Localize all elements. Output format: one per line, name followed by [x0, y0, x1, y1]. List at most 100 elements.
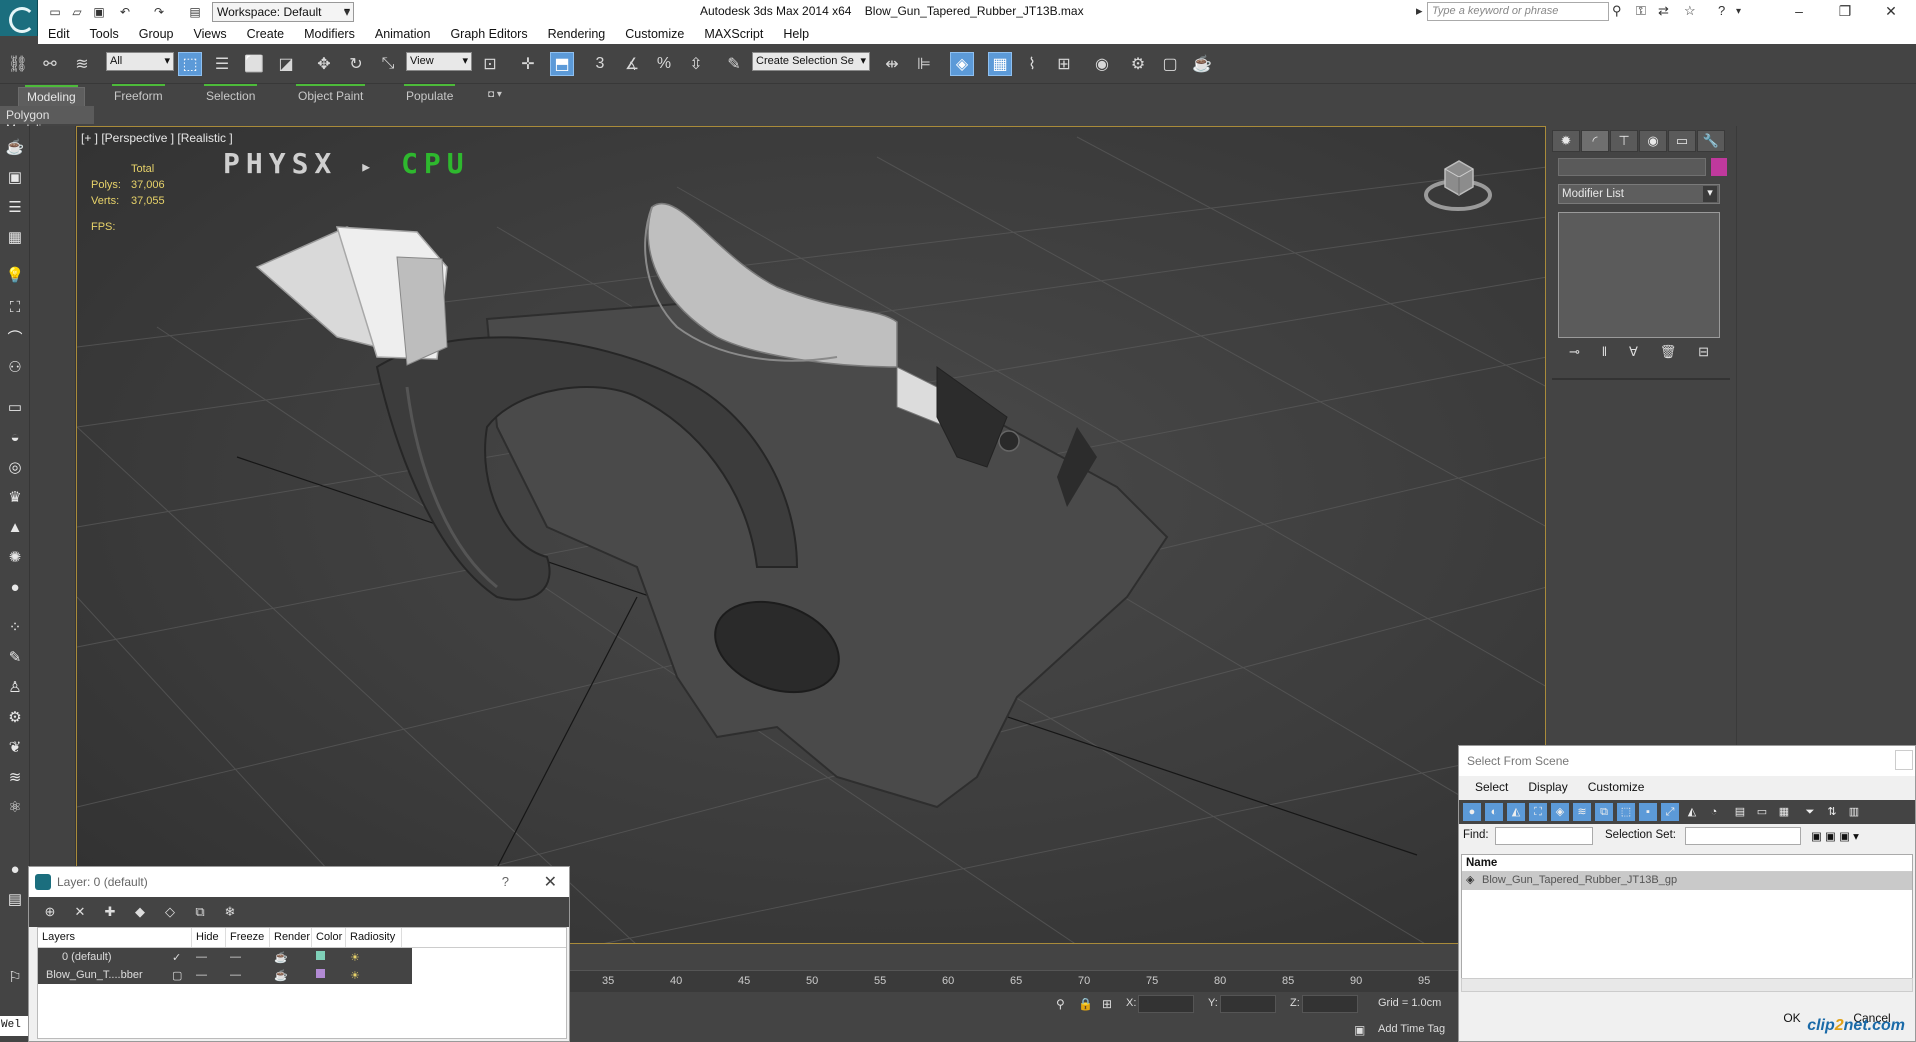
teapot-icon[interactable]: ☕: [4, 136, 26, 158]
select-all-icon[interactable]: ▤: [1731, 803, 1749, 821]
display-containers-icon[interactable]: ⤢: [1661, 803, 1679, 821]
find-input[interactable]: [1495, 827, 1593, 845]
window-crossing-icon[interactable]: ◪: [274, 52, 298, 76]
col-hide[interactable]: Hide: [192, 928, 226, 947]
paint-icon[interactable]: ✎: [4, 646, 26, 668]
col-freeze[interactable]: Freeze: [226, 928, 270, 947]
angle-snap-icon[interactable]: ∡: [620, 52, 644, 76]
name-column-header[interactable]: Name: [1462, 855, 1912, 872]
save-file-icon[interactable]: ▣: [90, 3, 108, 20]
hair-icon[interactable]: ≋: [4, 766, 26, 788]
display-tab-icon[interactable]: ▭: [1668, 130, 1696, 152]
show-end-result-icon[interactable]: ‖: [1602, 344, 1607, 364]
col-render[interactable]: Render: [270, 928, 312, 947]
col-radiosity[interactable]: Radiosity: [346, 928, 402, 947]
timeline-ruler[interactable]: 35 40 45 50 55 60 65 70 75 80 85 90 95: [570, 970, 1458, 992]
menu-help[interactable]: Help: [773, 24, 819, 44]
app-logo-icon[interactable]: [0, 0, 38, 36]
box-icon[interactable]: ▣: [4, 166, 26, 188]
layer-dialog-close-button[interactable]: ✕: [544, 872, 557, 892]
remove-modifier-icon[interactable]: 🗑: [1660, 344, 1677, 364]
cone-icon[interactable]: ▲: [4, 516, 26, 538]
open-file-icon[interactable]: ▱: [68, 3, 86, 20]
polygon-modeling-panel[interactable]: Polygon Modeling: [0, 106, 94, 136]
unlink-icon[interactable]: ⚯: [38, 52, 62, 76]
radiosity-toggle-icon[interactable]: ☀: [346, 951, 396, 964]
columns-icon[interactable]: ▥: [1845, 803, 1863, 821]
sort-icon[interactable]: ⇅: [1823, 803, 1841, 821]
grid-icon[interactable]: ▦: [4, 226, 26, 248]
menu-customize[interactable]: Customize: [1580, 776, 1653, 800]
key-icon[interactable]: ⚿: [1636, 3, 1646, 19]
layer-color-swatch[interactable]: [312, 951, 346, 963]
close-window-button[interactable]: ✕: [1868, 0, 1914, 24]
lock-selection-icon[interactable]: 🔒: [1078, 997, 1093, 1011]
schematic-view-icon[interactable]: ⊞: [1052, 52, 1076, 76]
bind-space-warp-icon[interactable]: ≋: [70, 52, 94, 76]
crown-icon[interactable]: ♛: [4, 486, 26, 508]
scale-icon[interactable]: ⤡: [376, 52, 400, 76]
menu-group[interactable]: Group: [129, 24, 184, 44]
hide-toggle-icon[interactable]: —: [192, 969, 226, 981]
display-lights-icon[interactable]: ◭: [1507, 803, 1525, 821]
ribbon-options-icon[interactable]: ◘ ▾: [480, 87, 510, 102]
quick-access-menu-icon[interactable]: ▾: [338, 3, 356, 20]
tab-modeling[interactable]: Modeling: [18, 85, 85, 107]
select-layer-objects-icon[interactable]: ◆: [131, 904, 149, 920]
add-to-layer-icon[interactable]: ✚: [101, 904, 119, 920]
workspace-dropdown[interactable]: Workspace: Default: [212, 2, 354, 22]
selection-set-dropdown[interactable]: [1685, 827, 1801, 845]
display-hidden-icon[interactable]: ◔: [1705, 803, 1723, 821]
tab-populate[interactable]: Populate: [398, 84, 461, 105]
x-coordinate-field[interactable]: [1138, 995, 1194, 1013]
selection-set-icons[interactable]: ▣ ▣ ▣ ▾: [1811, 829, 1859, 843]
display-groups-icon[interactable]: ⧉: [1595, 803, 1613, 821]
layer-box-icon[interactable]: ▢: [168, 969, 192, 982]
camera-icon[interactable]: ⛶: [4, 296, 26, 318]
z-coordinate-field[interactable]: [1302, 995, 1358, 1013]
hide-all-layers-icon[interactable]: ⧉: [191, 904, 209, 920]
sphere-render-icon[interactable]: ●: [4, 858, 26, 880]
menu-create[interactable]: Create: [237, 24, 295, 44]
dome-icon[interactable]: ◒: [4, 426, 26, 448]
viewport-label[interactable]: [+ ] [Perspective ] [Realistic ]: [81, 131, 233, 145]
display-helpers-icon[interactable]: ◈: [1551, 803, 1569, 821]
render-setup-icon[interactable]: ⚙: [1126, 52, 1150, 76]
radiosity-toggle-icon[interactable]: ☀: [346, 969, 396, 982]
col-layers[interactable]: Layers: [38, 928, 192, 947]
display-space-warps-icon[interactable]: ≋: [1573, 803, 1591, 821]
menu-display[interactable]: Display: [1520, 776, 1575, 800]
menu-modifiers[interactable]: Modifiers: [294, 24, 365, 44]
select-object-icon[interactable]: ⬚: [178, 52, 202, 76]
menu-tools[interactable]: Tools: [80, 24, 129, 44]
menu-select[interactable]: Select: [1467, 776, 1516, 800]
exchange-icon[interactable]: ⇄: [1658, 3, 1669, 19]
display-geometry-icon[interactable]: ●: [1463, 803, 1481, 821]
object-color-swatch[interactable]: [1711, 158, 1727, 176]
display-bones-icon[interactable]: ▪: [1639, 803, 1657, 821]
sun-icon[interactable]: ✺: [4, 546, 26, 568]
material-editor-icon[interactable]: ◉: [1090, 52, 1114, 76]
help-dropdown-icon[interactable]: ▾: [1736, 6, 1741, 17]
mirror-icon[interactable]: ⇹: [880, 52, 904, 76]
particles-icon[interactable]: ⁘: [4, 616, 26, 638]
project-folder-icon[interactable]: ▤: [186, 3, 204, 20]
sphere-icon[interactable]: ●: [4, 576, 26, 598]
select-manipulate-icon[interactable]: ✛: [516, 52, 540, 76]
plane-icon[interactable]: ▭: [4, 396, 26, 418]
curve-editor-icon[interactable]: ⌇: [1020, 52, 1044, 76]
biped-icon[interactable]: ♙: [4, 676, 26, 698]
highlight-layer-icon[interactable]: ◇: [161, 904, 179, 920]
pin-stack-icon[interactable]: ⊸: [1569, 344, 1580, 364]
rectangular-selection-icon[interactable]: ⬜: [242, 52, 266, 76]
menu-maxscript[interactable]: MAXScript: [694, 24, 773, 44]
col-color[interactable]: Color: [312, 928, 346, 947]
graphite-toggle-icon[interactable]: ▦: [988, 52, 1012, 76]
modifier-list-dropdown[interactable]: Modifier List: [1558, 184, 1720, 204]
plant-icon[interactable]: ❦: [4, 736, 26, 758]
time-tag-icon[interactable]: ▣: [1354, 1023, 1365, 1037]
new-file-icon[interactable]: ▭: [46, 3, 64, 20]
create-layer-icon[interactable]: ⊕: [41, 904, 59, 920]
freeze-all-layers-icon[interactable]: ❄: [221, 904, 239, 920]
maxscript-mini-listener[interactable]: Wel: [0, 1016, 28, 1036]
